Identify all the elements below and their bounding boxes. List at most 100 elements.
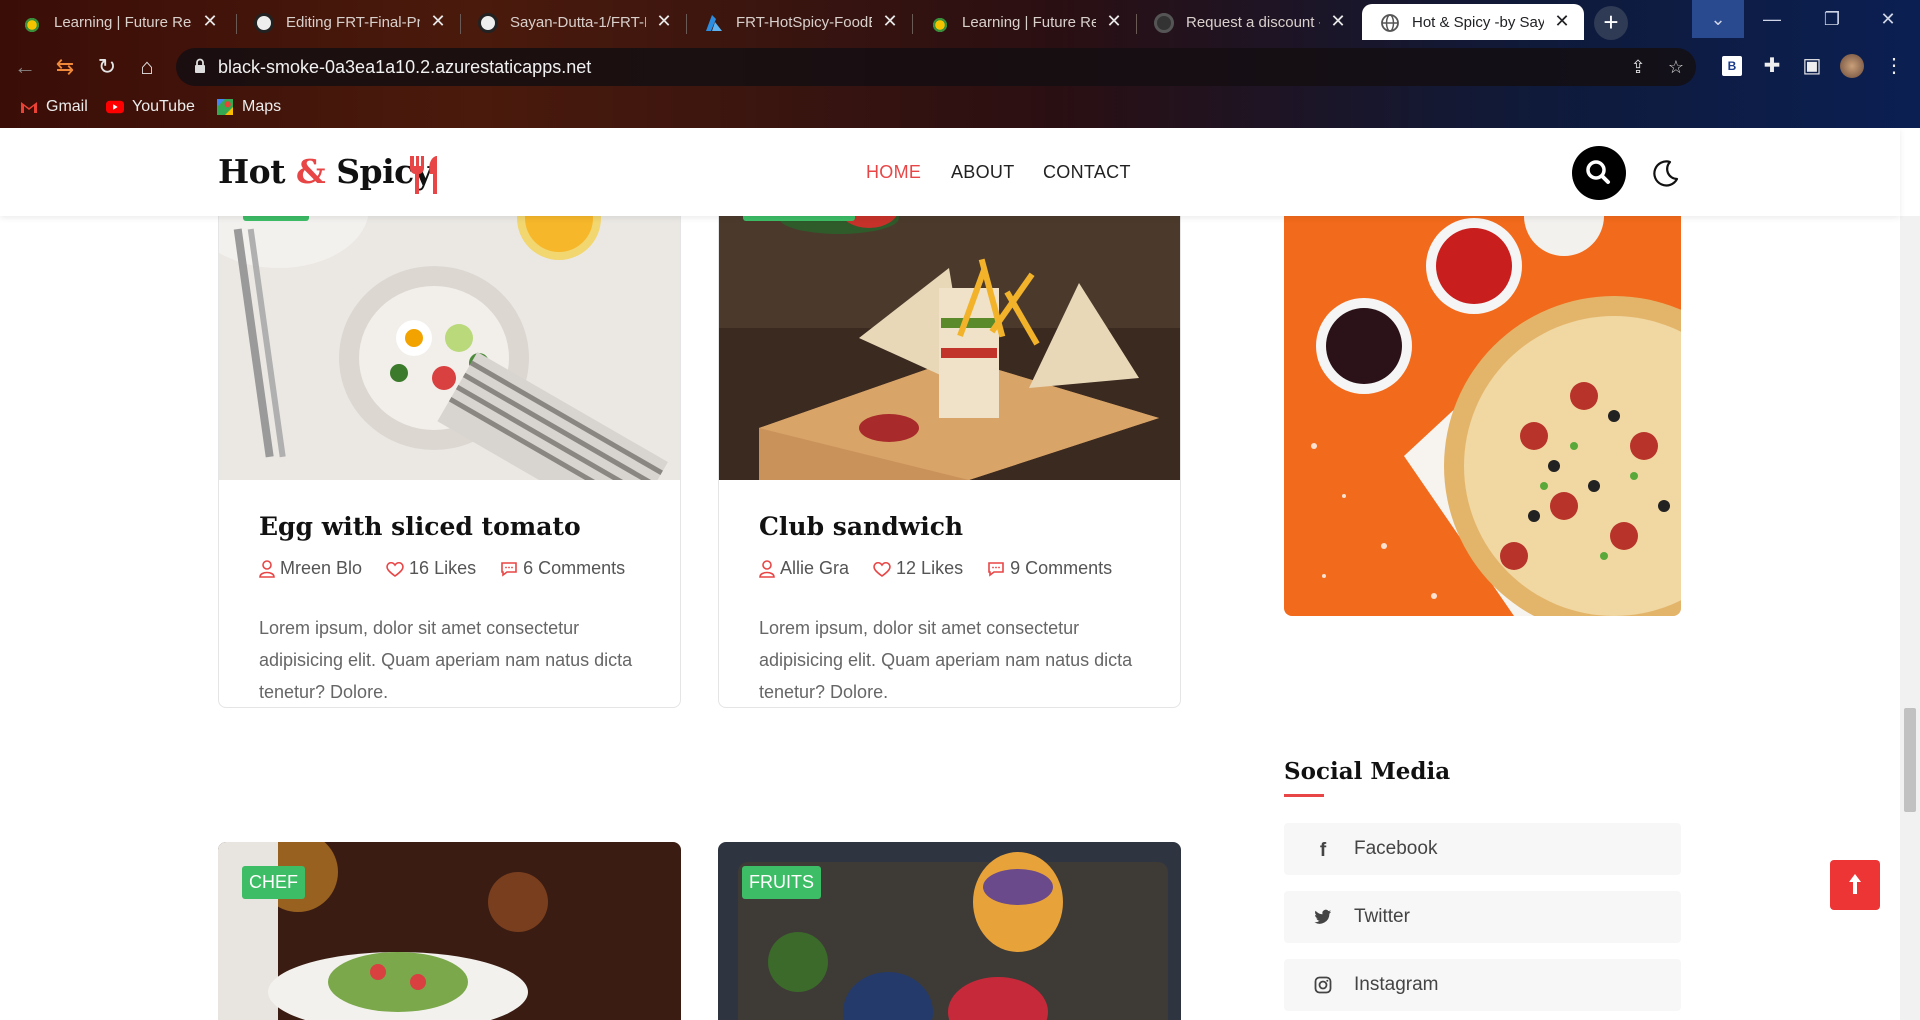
home-icon[interactable]: ⌂ [132,52,162,82]
social-media-heading: Social Media [1284,758,1451,785]
url-text: black-smoke-0a3ea1a10.2.azurestaticapps.… [218,57,592,77]
author[interactable]: Mreen Blo [259,558,362,579]
web-page: FOOD Egg with sliced tomato Mreen Blo 16… [0,128,1920,1020]
social-link-facebook[interactable]: f Facebook [1284,823,1681,875]
browser-tab[interactable]: Sayan-Dutta-1/FRT-Fi ✕ [460,4,686,40]
post-card[interactable]: CHEF [218,842,681,1020]
moon-icon[interactable] [1650,158,1680,188]
category-badge[interactable]: FRUITS [742,866,821,899]
nav-home[interactable]: HOME [866,162,921,183]
extension-b-icon[interactable]: B [1718,52,1746,80]
scrollbar-thumb[interactable] [1904,708,1916,812]
lock-icon [195,58,205,73]
bookmark-maps[interactable]: Maps [216,96,281,118]
heart-icon [386,561,404,577]
nav-about[interactable]: ABOUT [951,162,1015,183]
browser-tab[interactable]: Learning | Future Rea ✕ [912,4,1136,40]
author-name: Allie Gra [780,558,850,578]
puzzle-icon[interactable]: ✚ [1758,52,1786,80]
likes[interactable]: 16 Likes [386,558,476,579]
close-window-button[interactable]: ✕ [1862,0,1914,38]
github-icon [254,13,274,33]
bookmark-youtube[interactable]: YouTube [106,96,195,118]
tab-search-icon[interactable]: ⌄ [1692,0,1744,38]
close-icon[interactable]: ✕ [880,11,900,31]
youtube-icon [106,100,124,114]
close-icon[interactable]: ✕ [654,11,674,31]
github-icon [478,13,498,33]
star-icon[interactable]: ☆ [1664,56,1688,78]
browser-tab[interactable]: Editing FRT-Final-Proj ✕ [236,4,460,40]
minimize-button[interactable]: — [1746,0,1798,38]
maps-icon [217,99,233,115]
browser-chrome: Learning | Future Rea ✕ Editing FRT-Fina… [0,0,1920,128]
post-title[interactable]: Egg with sliced tomato [259,512,581,541]
author-name: Mreen Blo [280,558,363,578]
close-icon[interactable]: ✕ [1104,11,1124,31]
social-link-instagram[interactable]: Instagram [1284,959,1681,1011]
browser-tab[interactable]: Request a discount - I ✕ [1136,4,1360,40]
reload-icon[interactable]: ↻ [92,52,122,82]
site-header: Hot & Spicy HOME ABOUT CONTACT [0,128,1900,216]
browser-tab[interactable]: FRT-HotSpicy-FoodBl ✕ [686,4,912,40]
post-excerpt: Lorem ipsum, dolor sit amet consectetur … [259,618,633,702]
scrollbar-track[interactable] [1900,216,1920,1020]
likes[interactable]: 12 Likes [873,558,963,579]
comments[interactable]: 9 Comments [987,558,1112,579]
sidebar-icon[interactable]: ▣ [1798,52,1826,80]
browser-tab-active[interactable]: Hot & Spicy -by Saya ✕ [1362,4,1584,40]
comments-count: 9 Comments [1010,558,1113,578]
azure-icon [706,15,722,31]
heart-icon [873,561,891,577]
back-icon[interactable]: ← [10,52,40,82]
comments-count: 6 Comments [523,558,626,578]
tab-title: Hot & Spicy -by Saya [1412,13,1544,31]
post-image [719,188,1180,480]
nav-contact[interactable]: CONTACT [1043,162,1131,183]
share-icon[interactable]: ⇪ [1626,56,1650,78]
post-meta: Allie Gra 12 Likes 9 Comments [759,558,1112,579]
tab-title: Sayan-Dutta-1/FRT-Fi [510,13,646,31]
tab-title: Request a discount - I [1186,13,1320,31]
search-button[interactable] [1572,146,1626,200]
address-bar[interactable]: black-smoke-0a3ea1a10.2.azurestaticapps.… [176,48,1696,86]
author[interactable]: Allie Gra [759,558,849,579]
browser-tab[interactable]: Learning | Future Rea ✕ [4,4,232,40]
twitter-icon [1314,909,1332,924]
post-card[interactable]: FOOD Egg with sliced tomato Mreen Blo 16… [218,188,681,708]
category-badge[interactable]: CHEF [242,866,305,899]
sidebar-promo-image [1284,216,1681,616]
close-icon[interactable]: ✕ [1552,11,1572,31]
user-icon [259,559,275,578]
tab-title: Editing FRT-Final-Proj [286,13,420,31]
new-tab-button[interactable]: + [1594,6,1628,40]
logo-text-1: Hot [218,152,296,191]
bookmark-gmail[interactable]: Gmail [20,96,88,118]
scroll-to-top-button[interactable] [1830,860,1880,910]
comment-icon [988,561,1004,577]
tab-title: FRT-HotSpicy-FoodBl [736,13,872,31]
heading-underline [1284,794,1324,797]
avatar[interactable] [1838,52,1866,80]
post-card[interactable]: FRUITS [718,842,1181,1020]
comments[interactable]: 6 Comments [500,558,625,579]
globe-icon [1381,14,1399,32]
social-link-twitter[interactable]: Twitter [1284,891,1681,943]
user-icon [759,559,775,578]
comment-icon [501,561,517,577]
close-icon[interactable]: ✕ [200,11,220,31]
restore-button[interactable]: ❐ [1806,0,1858,38]
likes-count: 16 Likes [409,558,477,578]
bookmark-label: Maps [242,98,282,115]
bookmark-label: YouTube [132,98,195,115]
menu-icon[interactable]: ⋮ [1880,52,1908,80]
close-icon[interactable]: ✕ [428,11,448,31]
post-excerpt: Lorem ipsum, dolor sit amet consectetur … [759,618,1133,702]
tab-strip: Learning | Future Rea ✕ Editing FRT-Fina… [0,0,1920,42]
close-icon[interactable]: ✕ [1328,11,1348,31]
social-label: Facebook [1354,838,1438,859]
site-logo[interactable]: Hot & Spicy [218,152,433,191]
forward-icon[interactable]: ⇆ [50,52,80,82]
post-title[interactable]: Club sandwich [759,512,963,541]
post-card[interactable]: SANDWICH Club sandwich Allie Gra 12 Like… [718,188,1181,708]
